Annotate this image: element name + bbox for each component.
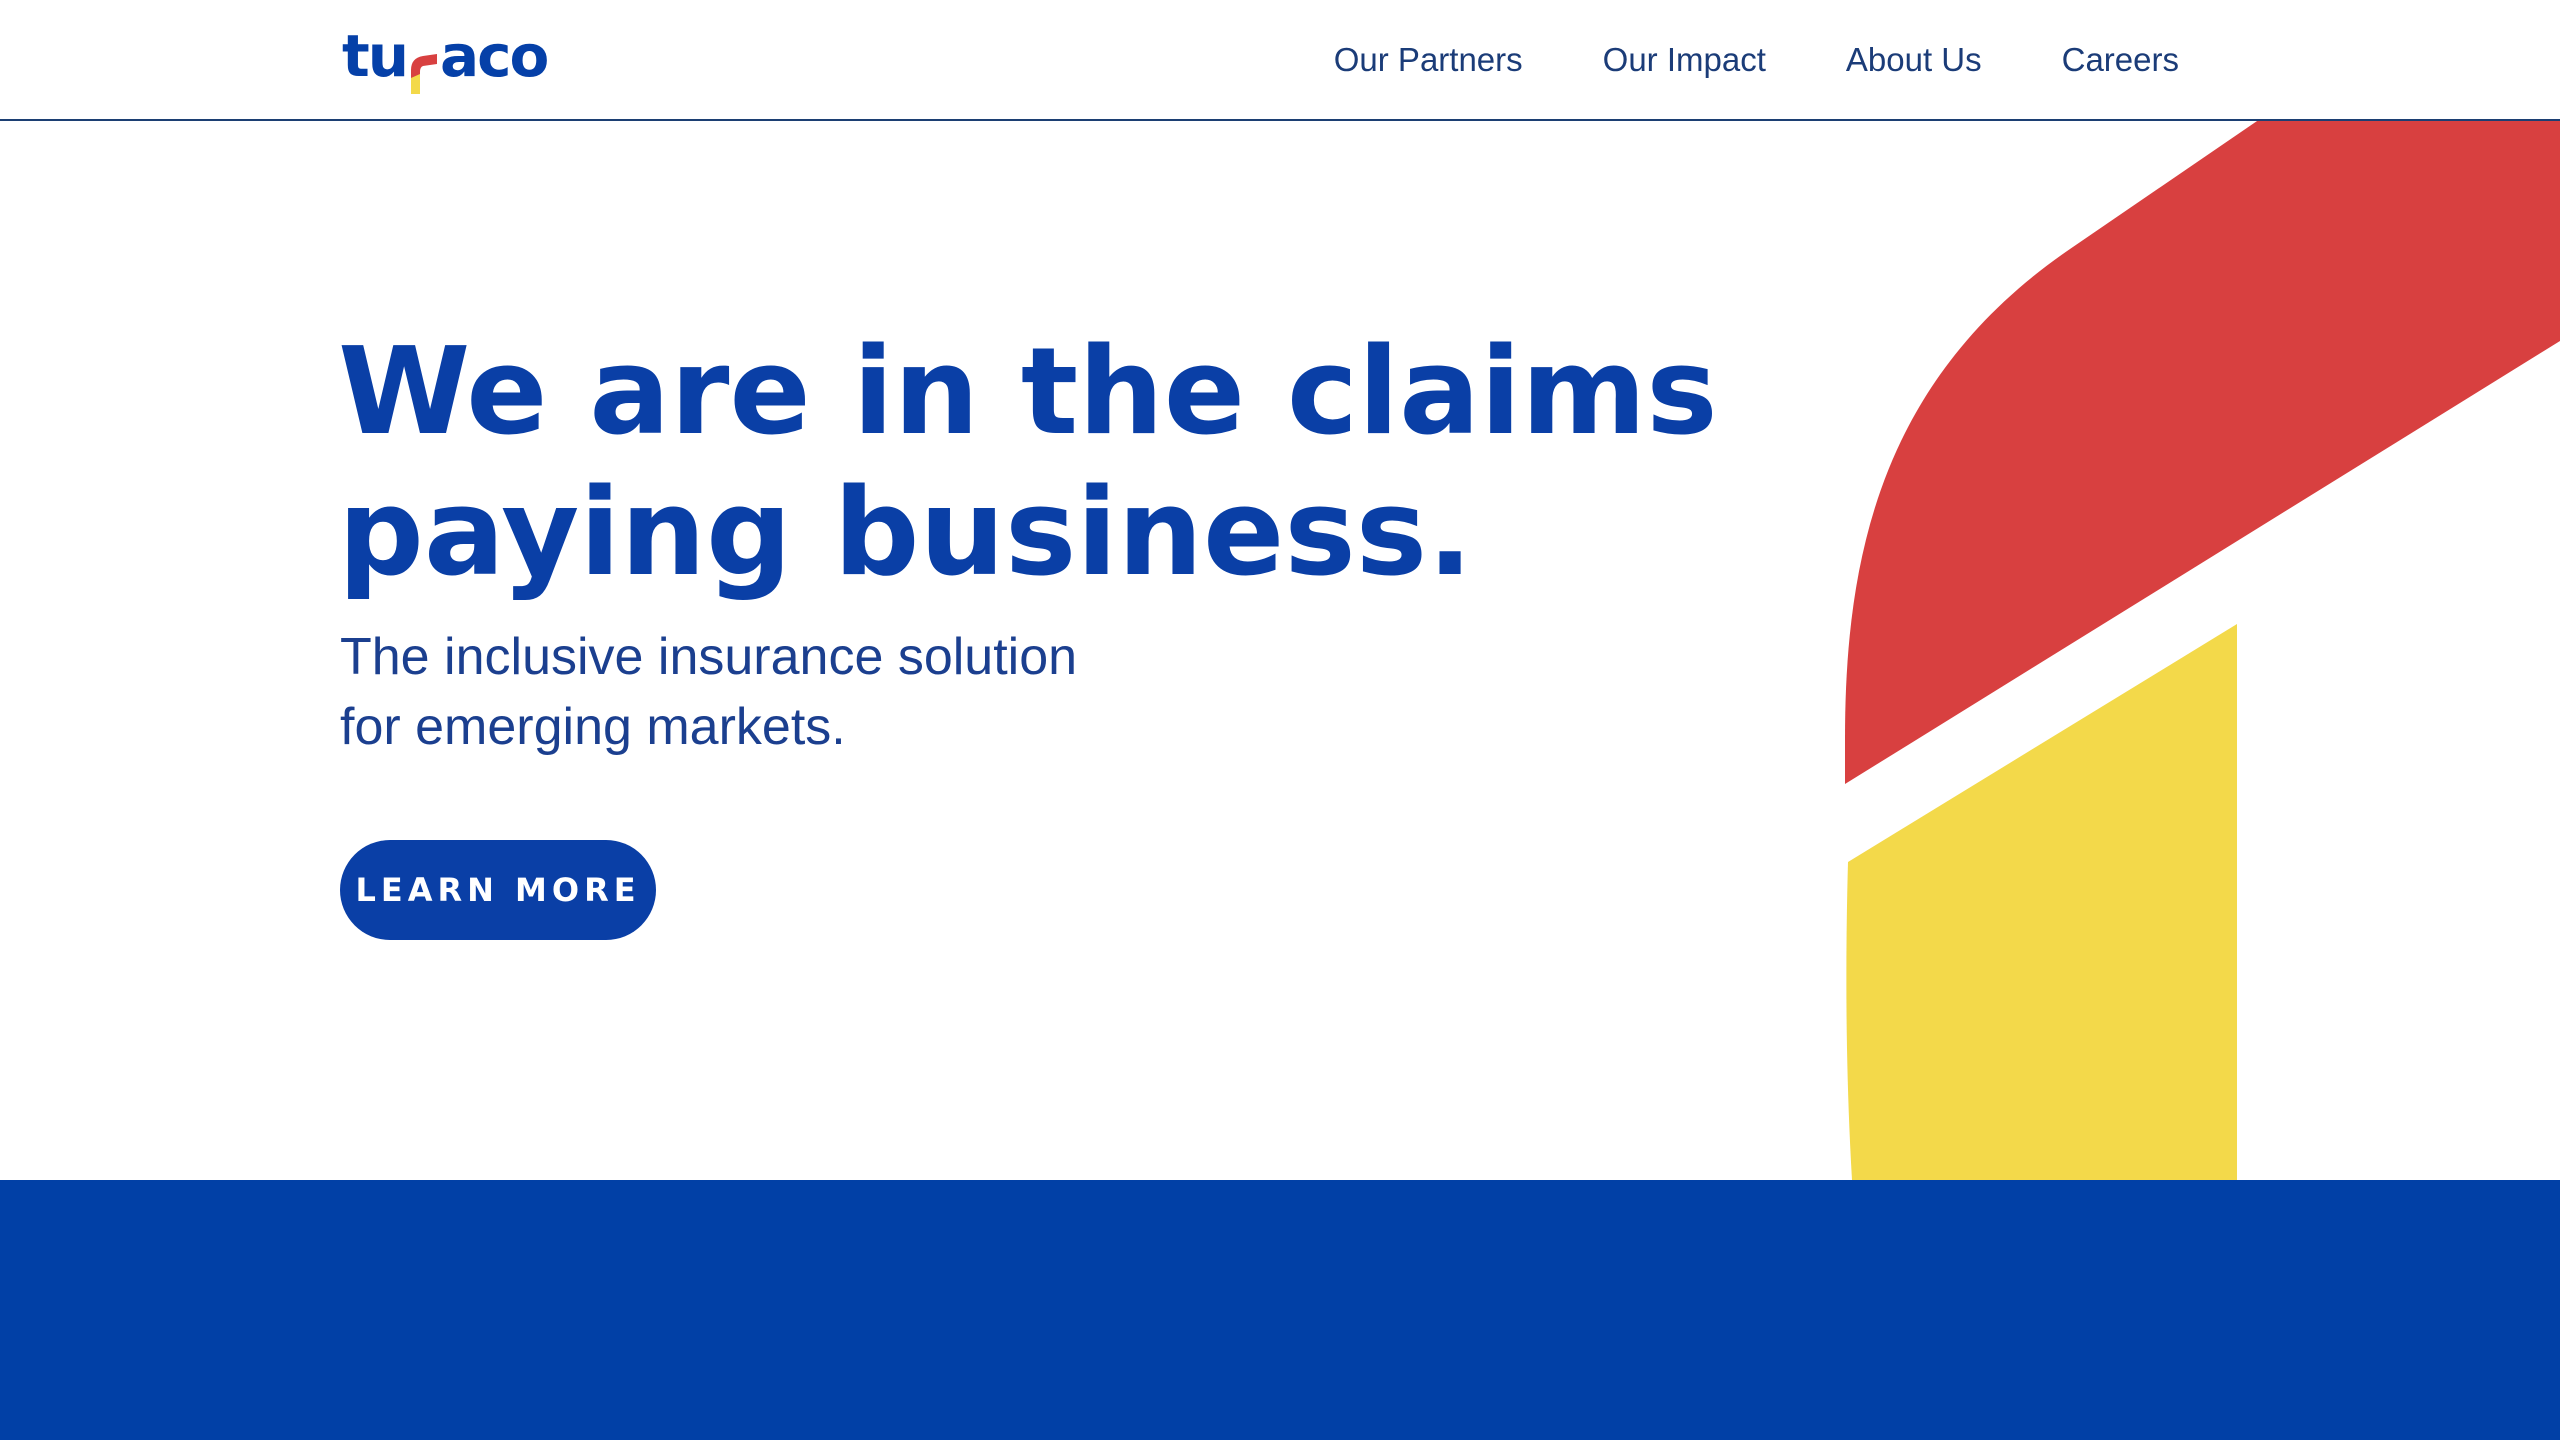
hero-subheading-line-1: The inclusive insurance solution — [340, 628, 1078, 686]
logo-r-mark-icon — [409, 38, 439, 94]
hero-headline-line-1: We are in the claims — [338, 323, 1718, 462]
site-header: tu aco Our Partners Our Impact About Us … — [0, 0, 2560, 121]
turaco-logo[interactable]: tu aco — [342, 20, 549, 94]
nav-our-impact[interactable]: Our Impact — [1603, 36, 1766, 84]
nav-about-us[interactable]: About Us — [1846, 36, 1982, 84]
nav-careers[interactable]: Careers — [2062, 36, 2179, 84]
hero-subheading: The inclusive insurance solution for eme… — [340, 622, 1240, 762]
main-nav: Our Partners Our Impact About Us Careers — [1254, 36, 2179, 84]
hero-headline-line-2: paying business. — [338, 464, 1473, 603]
hero-headline: We are in the claims paying business. — [338, 322, 1738, 604]
page: tu aco Our Partners Our Impact About Us … — [0, 0, 2560, 1440]
hero-subheading-line-2: for emerging markets. — [340, 698, 846, 756]
nav-our-partners[interactable]: Our Partners — [1334, 36, 1523, 84]
logo-text-start: tu — [342, 22, 409, 90]
hero-brand-mark-graphic — [1845, 119, 2560, 1180]
logo-text-end: aco — [440, 22, 549, 90]
bottom-blue-section — [0, 1180, 2560, 1440]
learn-more-button[interactable]: LEARN MORE — [340, 840, 656, 940]
